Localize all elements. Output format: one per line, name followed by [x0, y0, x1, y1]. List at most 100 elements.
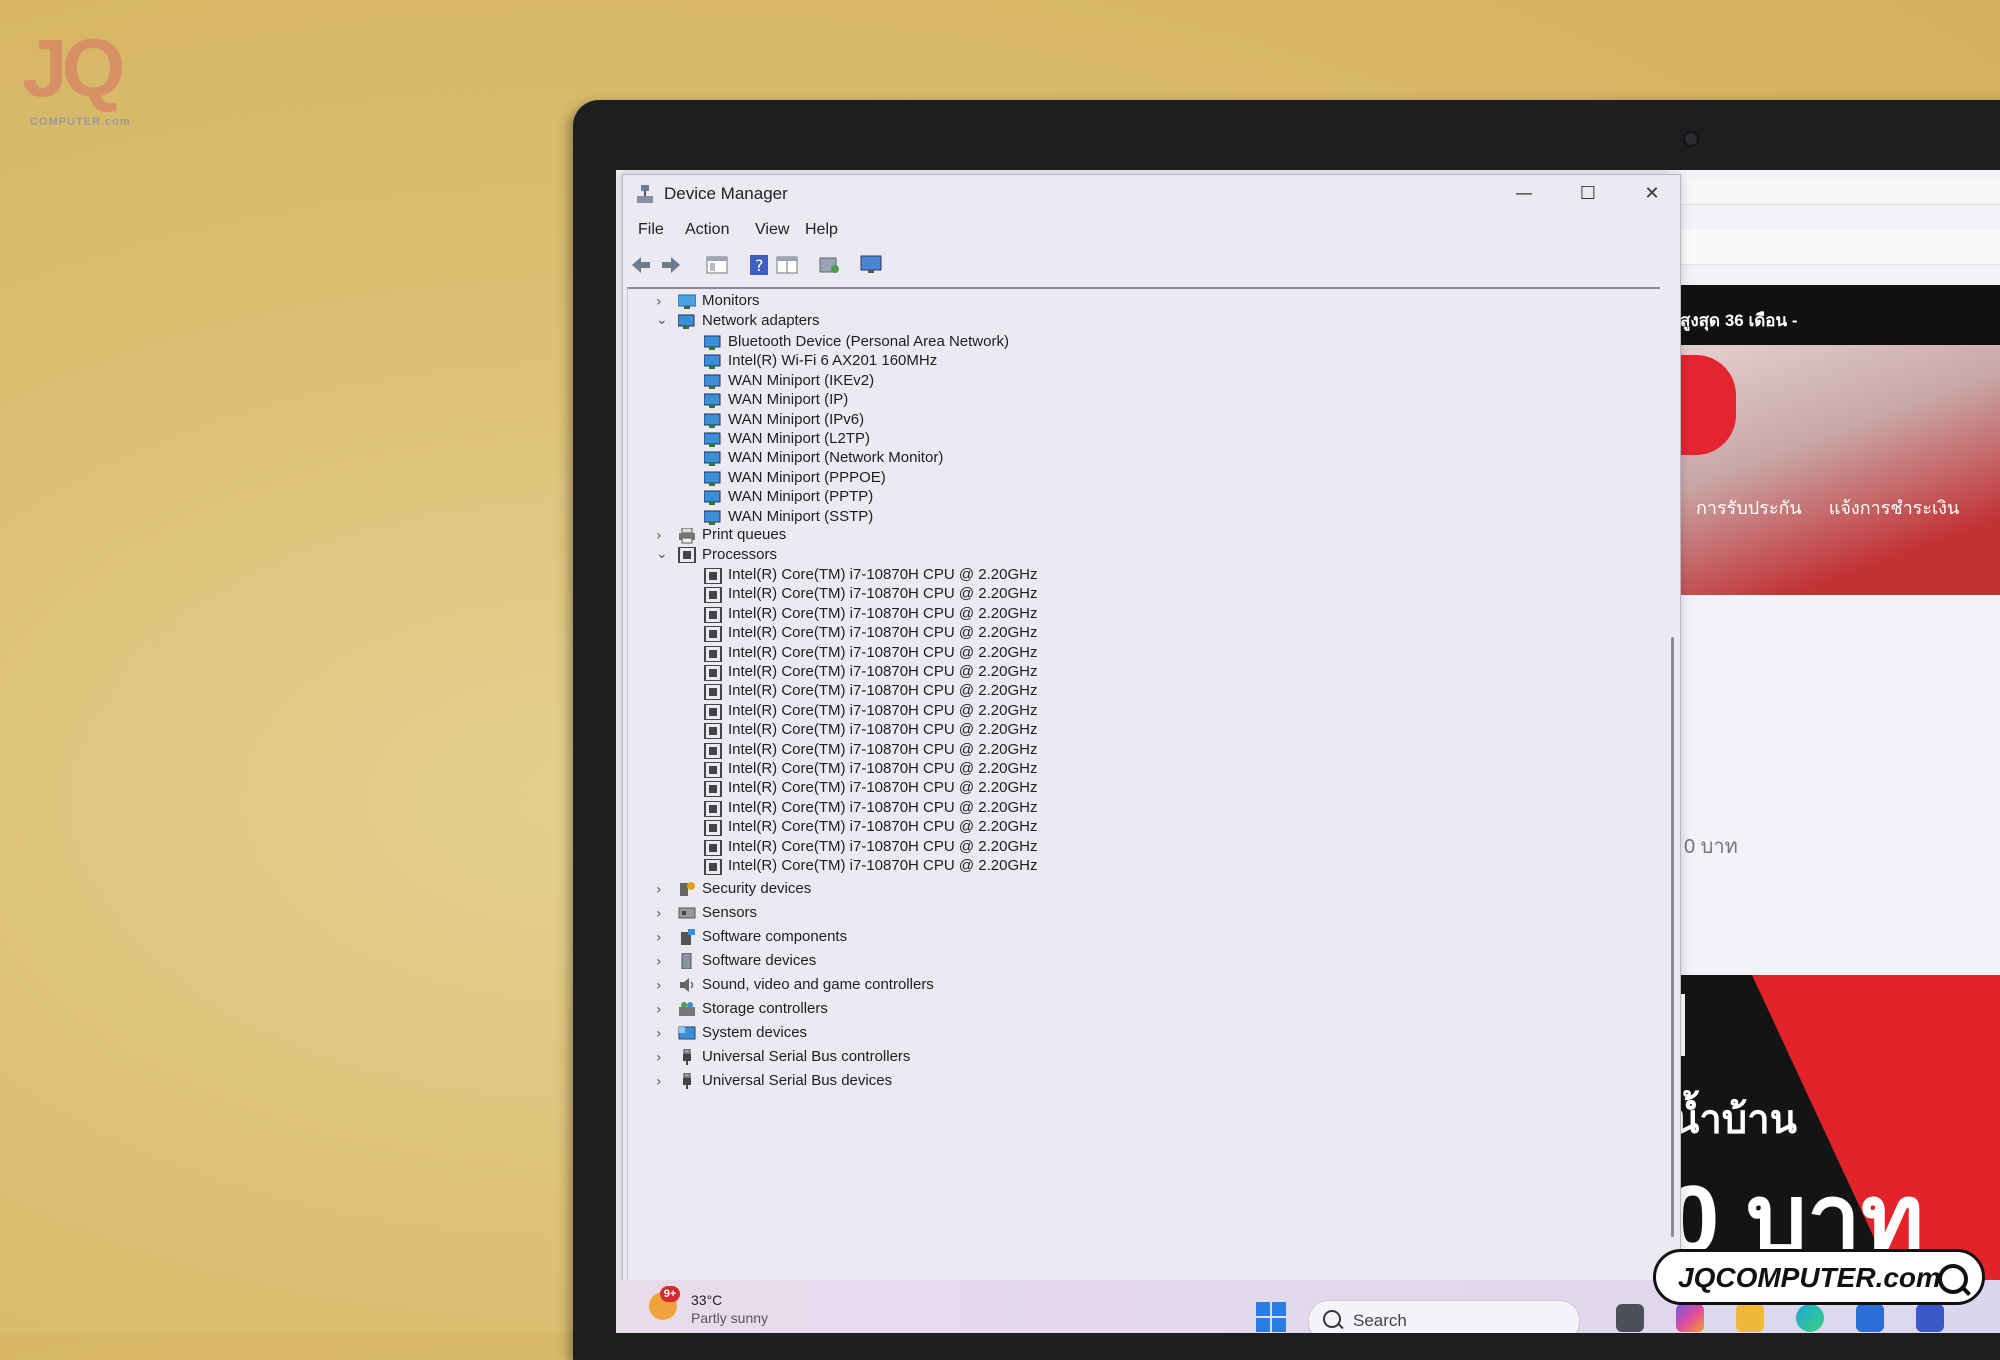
expand-chevron-icon[interactable]: › — [656, 907, 670, 921]
device-tree[interactable]: › Monitors ⌄ Network adapters Bluetooth … — [627, 287, 1660, 1289]
help-icon[interactable]: ? — [747, 253, 771, 277]
taskbar-search-box[interactable]: Search — [1308, 1300, 1580, 1333]
expand-chevron-icon[interactable]: › — [656, 1027, 670, 1041]
processor-category-icon — [678, 547, 696, 563]
nav-link-warranty[interactable]: การรับประกัน — [1696, 498, 1802, 518]
tree-category-print-queues[interactable]: › Print queues — [628, 525, 1628, 547]
processor-icon — [704, 859, 722, 875]
close-button[interactable]: ✕ — [1621, 175, 1683, 213]
expand-chevron-icon[interactable]: › — [656, 295, 670, 309]
network-adapter-label: WAN Miniport (IP) — [728, 391, 849, 409]
tree-label: System devices — [702, 1024, 808, 1041]
monitor-icon[interactable] — [859, 253, 883, 277]
task-view-icon[interactable] — [1616, 1304, 1644, 1332]
network-adapter-icon — [704, 354, 721, 370]
processor-item[interactable]: Intel(R) Core(TM) i7-10870H CPU @ 2.20GH… — [628, 856, 1628, 878]
network-adapter-icon — [704, 510, 721, 525]
tree-label: Monitors — [702, 292, 760, 309]
menu-bar: File Action View Help — [623, 217, 1680, 245]
tree-label: Sound, video and game controllers — [702, 976, 934, 993]
tree-category-storage[interactable]: › Storage controllers — [628, 999, 1628, 1021]
processor-icon — [704, 762, 722, 778]
tree-category-usb-controllers[interactable]: › Universal Serial Bus controllers — [628, 1047, 1628, 1069]
processor-icon — [704, 781, 722, 798]
expand-chevron-icon[interactable]: › — [656, 979, 670, 993]
menu-file[interactable]: File — [638, 221, 664, 239]
expand-chevron-icon[interactable]: › — [656, 955, 670, 969]
tree-category-monitors[interactable]: › Monitors — [628, 291, 1628, 313]
magnifier-icon — [1938, 1264, 1968, 1294]
properties-icon[interactable] — [705, 253, 729, 277]
tree-category-usb-devices[interactable]: › Universal Serial Bus devices — [628, 1071, 1628, 1093]
scan-hardware-icon[interactable] — [817, 253, 841, 277]
network-adapter-icon — [704, 432, 721, 447]
weather-condition[interactable]: Partly sunny — [691, 1310, 768, 1326]
menu-help[interactable]: Help — [805, 221, 838, 239]
expand-chevron-icon[interactable]: › — [656, 1075, 670, 1089]
security-key-icon — [680, 882, 695, 896]
tree-category-security-devices[interactable]: › Security devices — [628, 879, 1628, 901]
processor-icon — [704, 568, 722, 584]
processor-icon — [704, 723, 722, 740]
view-icon[interactable] — [775, 253, 799, 277]
logo-subtext: COMPUTER.com — [30, 116, 131, 128]
forward-icon[interactable] — [659, 253, 683, 277]
scrollbar-thumb[interactable] — [1671, 637, 1674, 1237]
processor-label: Intel(R) Core(TM) i7-10870H CPU @ 2.20GH… — [728, 624, 1038, 642]
processor-label: Intel(R) Core(TM) i7-10870H CPU @ 2.20GH… — [728, 585, 1038, 603]
expand-chevron-icon[interactable]: › — [656, 529, 670, 543]
jqcomputer-logo-watermark: JQ COMPUTER.com — [22, 22, 137, 132]
start-button-windows-icon[interactable] — [1256, 1302, 1286, 1332]
tree-category-software-components[interactable]: › Software components — [628, 927, 1628, 949]
collapse-chevron-icon[interactable]: ⌄ — [656, 547, 670, 561]
tree-category-sensors[interactable]: › Sensors — [628, 903, 1628, 925]
search-icon — [1323, 1310, 1341, 1328]
minimize-button[interactable]: — — [1493, 175, 1555, 213]
printer-icon — [679, 528, 695, 544]
tree-category-network-adapters[interactable]: ⌄ Network adapters — [628, 311, 1628, 333]
collapse-chevron-icon[interactable]: ⌄ — [656, 313, 670, 327]
back-icon[interactable] — [629, 253, 653, 277]
network-adapter-icon — [704, 471, 721, 486]
expand-chevron-icon[interactable]: › — [656, 931, 670, 945]
edge-browser-icon[interactable] — [1796, 1304, 1824, 1332]
menu-action[interactable]: Action — [685, 221, 729, 239]
microsoft-store-icon[interactable] — [1856, 1304, 1884, 1332]
title-bar[interactable]: Device Manager — ☐ ✕ — [623, 175, 1680, 213]
nav-link-payment[interactable]: แจ้งการชำระเงิน — [1829, 498, 1960, 518]
network-adapter-icon — [704, 374, 721, 389]
usb-plug-icon — [683, 1073, 691, 1089]
vertical-scrollbar[interactable] — [1666, 287, 1678, 1287]
network-adapter-label: WAN Miniport (PPTP) — [728, 488, 874, 506]
expand-chevron-icon[interactable]: › — [656, 1003, 670, 1017]
laptop-screen: สูงสุด 36 เดือน - การรับประกัน แจ้งการชำ… — [616, 170, 2000, 1333]
network-adapter-label: WAN Miniport (IKEv2) — [728, 371, 875, 389]
network-adapter-icon — [704, 393, 721, 409]
copilot-icon[interactable] — [1676, 1304, 1704, 1332]
tree-category-processors[interactable]: ⌄ Processors — [628, 545, 1628, 567]
processor-icon — [704, 684, 722, 701]
file-explorer-icon[interactable] — [1736, 1304, 1764, 1332]
maximize-button[interactable]: ☐ — [1557, 175, 1619, 213]
weather-temperature[interactable]: 33°C — [691, 1292, 722, 1308]
tree-category-sound[interactable]: › Sound, video and game controllers — [628, 975, 1628, 997]
monitor-category-icon — [678, 294, 696, 309]
tree-category-software-devices[interactable]: › Software devices — [628, 951, 1628, 973]
app-icon[interactable] — [1916, 1304, 1944, 1332]
software-component-icon — [681, 929, 695, 945]
tree-label: Universal Serial Bus controllers — [702, 1048, 911, 1065]
tree-category-system-devices[interactable]: › System devices — [628, 1023, 1628, 1045]
processor-label: Intel(R) Core(TM) i7-10870H CPU @ 2.20GH… — [728, 604, 1038, 622]
expand-chevron-icon[interactable]: › — [656, 883, 670, 897]
storage-controller-icon — [679, 1002, 695, 1016]
tree-label: Universal Serial Bus devices — [702, 1072, 893, 1089]
processor-label: Intel(R) Core(TM) i7-10870H CPU @ 2.20GH… — [728, 566, 1038, 583]
menu-view[interactable]: View — [755, 221, 789, 239]
notification-badge: 9+ — [660, 1286, 680, 1302]
network-adapter-label: WAN Miniport (L2TP) — [728, 430, 870, 447]
processor-label: Intel(R) Core(TM) i7-10870H CPU @ 2.20GH… — [728, 779, 1038, 797]
promo-bar: สูงสุด 36 เดือน - — [1666, 285, 2000, 345]
network-adapter-label: Bluetooth Device (Personal Area Network) — [728, 333, 1009, 350]
expand-chevron-icon[interactable]: › — [656, 1051, 670, 1065]
network-adapter-label: WAN Miniport (SSTP) — [728, 507, 874, 525]
